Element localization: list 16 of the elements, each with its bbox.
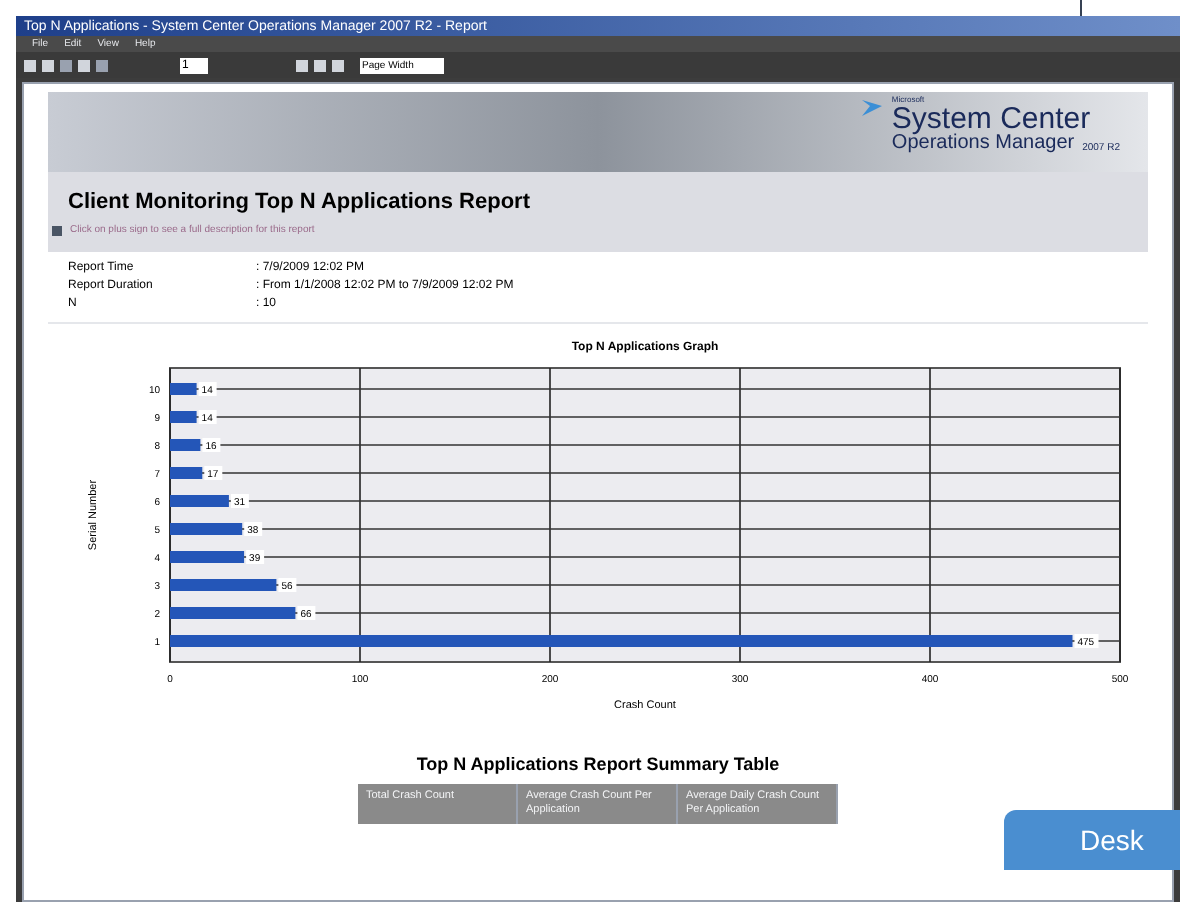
bar: [170, 439, 201, 451]
bar: [170, 523, 243, 535]
navigation-icons-drawing: [296, 59, 344, 71]
logo-subproduct: Operations Manager: [891, 134, 1075, 154]
bar: [170, 579, 277, 591]
logo-product: System Center: [891, 104, 1093, 134]
table-title: Top N Applications Report Summary Table: [416, 752, 780, 778]
bar: [170, 411, 197, 423]
logo-swoosh-icon: [859, 96, 884, 120]
bar: [170, 495, 229, 507]
bar: [170, 607, 296, 619]
bar: [170, 551, 245, 563]
toolbar-icons-drawing: [24, 59, 108, 71]
bar: [170, 383, 197, 395]
bar: [170, 467, 203, 479]
report-title: Client Monitoring Top N Applications Report: [68, 187, 532, 217]
